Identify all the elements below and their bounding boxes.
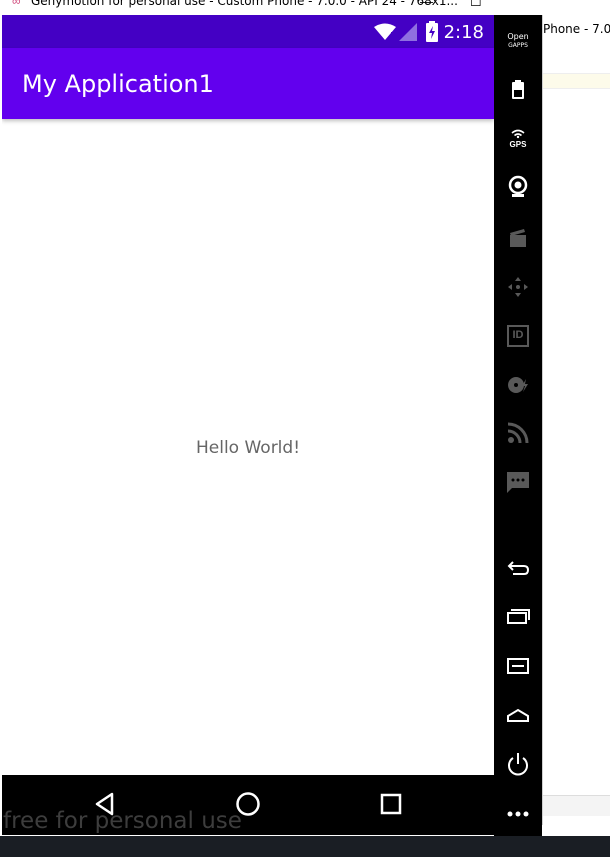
more-icon[interactable] — [504, 798, 532, 826]
opengapps-icon[interactable]: Open GAPPS — [504, 29, 532, 57]
taskbar — [0, 836, 610, 857]
id-label: ID — [512, 329, 524, 341]
minimize-button[interactable]: — — [420, 0, 433, 9]
signal-icon — [399, 23, 417, 41]
android-back-icon[interactable] — [504, 555, 532, 583]
opengapps-line1: Open — [507, 32, 529, 41]
status-bar: 2:18 — [2, 15, 494, 48]
close-button[interactable] — [536, 0, 544, 10]
capture-tool-icon[interactable] — [504, 224, 532, 252]
opengapps-line2: GAPPS — [508, 42, 528, 49]
android-recents-icon[interactable] — [504, 603, 532, 631]
remote-control-icon[interactable] — [504, 273, 532, 301]
gps-tool-icon[interactable]: GPS — [504, 125, 532, 153]
background-window-footer — [543, 795, 610, 816]
gps-label: GPS — [509, 140, 527, 149]
editor-highlight-line — [543, 73, 610, 89]
phone-screen[interactable]: 2:18 My Application1 Hello World! — [2, 15, 494, 775]
power-icon[interactable] — [504, 750, 532, 778]
disk-io-icon[interactable] — [504, 371, 532, 399]
window-title-bar: ∞ Genymotion for personal use - Custom P… — [0, 0, 544, 14]
maximize-button[interactable]: ☐ — [470, 0, 482, 10]
android-menu-icon[interactable] — [504, 652, 532, 680]
network-icon[interactable] — [504, 419, 532, 447]
genymotion-toolbar: Open GAPPS GPS ID — [494, 15, 542, 836]
hello-text: Hello World! — [195, 438, 301, 458]
background-window-title: Phone - 7.0.0 — [543, 22, 610, 36]
status-clock: 2:18 — [443, 22, 484, 43]
watermark-text: free for personal use — [3, 808, 242, 834]
camera-tool-icon[interactable] — [504, 173, 532, 201]
app-bar: My Application1 — [2, 48, 494, 119]
wifi-icon — [374, 23, 396, 40]
battery-tool-icon[interactable] — [504, 76, 532, 104]
background-window[interactable]: Phone - 7.0.0 — [542, 15, 610, 825]
window-title: Genymotion for personal use - Custom Pho… — [31, 0, 458, 8]
battery-icon — [426, 21, 438, 42]
phone-sms-icon[interactable] — [504, 468, 532, 496]
recents-icon[interactable] — [376, 789, 406, 819]
app-title: My Application1 — [22, 70, 214, 98]
identifiers-icon[interactable]: ID — [504, 322, 532, 350]
android-home-icon[interactable] — [504, 701, 532, 729]
genymotion-icon: ∞ — [12, 0, 21, 8]
